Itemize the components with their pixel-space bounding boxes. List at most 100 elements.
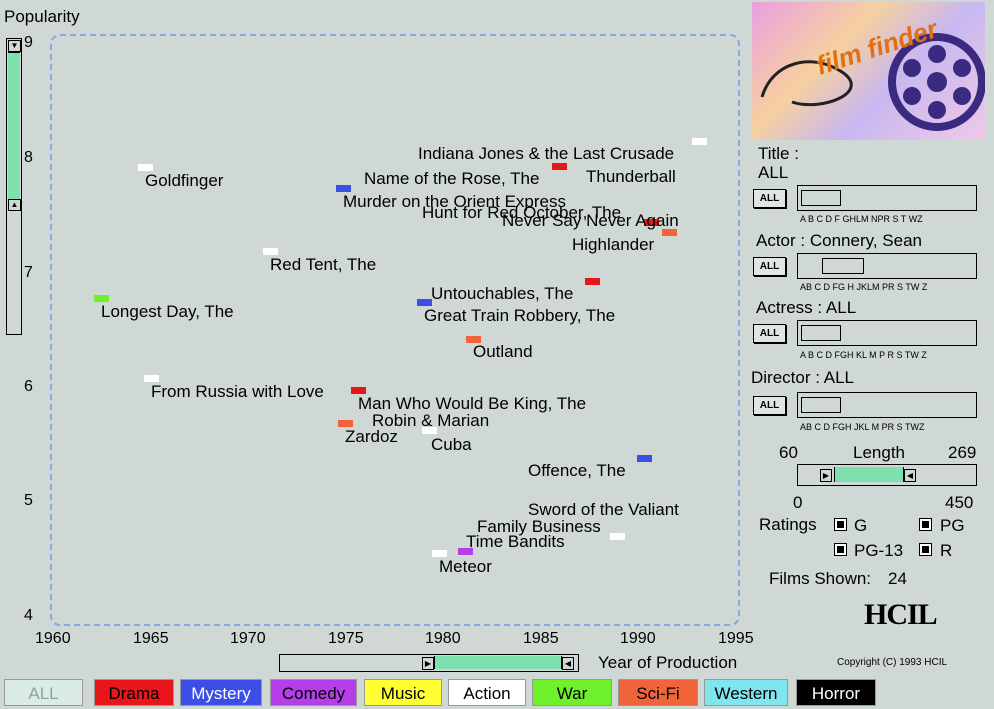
title-alpha-slider[interactable] (797, 185, 977, 211)
film-label[interactable]: Goldfinger (145, 171, 223, 191)
rating-pg13-label: PG-13 (854, 541, 904, 560)
film-label[interactable]: Indiana Jones & the Last Crusade (418, 144, 674, 164)
x-tick-label: 1985 (523, 630, 559, 647)
director-slider-thumb[interactable] (801, 397, 841, 413)
actress-filter-label: Actress : ALL (756, 298, 857, 317)
actor-filter-label: Actor : Connery, Sean (756, 231, 922, 250)
film-label[interactable]: Highlander (572, 235, 654, 255)
film-marker[interactable] (138, 164, 153, 171)
title-all-button[interactable]: ALL (753, 189, 786, 208)
actor-alpha-slider[interactable] (797, 253, 977, 279)
film-label[interactable]: Zardoz (345, 427, 398, 447)
film-marker[interactable] (336, 185, 351, 192)
film-label[interactable]: Cuba (431, 435, 472, 455)
actress-letter-index: A B C D FGH KL M P R S TW Z (800, 350, 927, 360)
rating-pg-label: PG (940, 516, 965, 535)
director-filter-label: Director : ALL (751, 368, 854, 387)
length-slider-left-thumb-icon[interactable]: ▶ (820, 469, 832, 482)
year-range-slider[interactable]: ▶ ◀ (279, 654, 579, 672)
x-tick-label: 1995 (718, 630, 754, 647)
film-label[interactable]: Outland (473, 342, 533, 362)
film-label[interactable]: Name of the Rose, The (364, 169, 539, 189)
film-marker[interactable] (610, 533, 625, 540)
rating-pg13-checkbox[interactable] (834, 543, 847, 556)
film-marker[interactable] (263, 248, 278, 255)
film-label[interactable]: Offence, The (528, 461, 626, 481)
popularity-slider[interactable]: ▼ ▲ (6, 38, 22, 335)
film-label[interactable]: Great Train Robbery, The (424, 306, 615, 326)
actress-alpha-slider[interactable] (797, 320, 977, 346)
year-slider-left-thumb-icon[interactable]: ▶ (422, 657, 434, 670)
y-tick-label: 9 (24, 34, 33, 51)
year-slider-right-thumb-icon[interactable]: ◀ (562, 657, 574, 670)
length-scale-max: 450 (945, 493, 974, 512)
hcil-logo: HCIL (864, 598, 938, 631)
actress-slider-thumb[interactable] (801, 325, 841, 341)
genre-western-button[interactable]: Western (704, 679, 788, 706)
length-range-slider[interactable]: ▶ ◀ (797, 464, 977, 486)
length-label: Length (853, 443, 905, 462)
film-marker[interactable] (94, 295, 109, 302)
film-label[interactable]: From Russia with Love (151, 382, 324, 402)
genre-music-button[interactable]: Music (364, 679, 442, 706)
y-tick-label: 7 (24, 264, 33, 281)
film-marker[interactable] (338, 420, 353, 427)
genre-war-button[interactable]: War (532, 679, 612, 706)
rating-g-label: G (854, 516, 868, 535)
film-reel-icon (760, 33, 985, 131)
genre-horror-button[interactable]: Horror (796, 679, 876, 706)
length-max-value: 269 (948, 443, 977, 462)
title-filter-value: ALL (758, 163, 789, 182)
x-tick-label: 1975 (328, 630, 364, 647)
genre-action-button[interactable]: Action (448, 679, 526, 706)
film-label[interactable]: Thunderball (586, 167, 676, 187)
film-label[interactable]: Red Tent, The (270, 255, 376, 275)
genre-comedy-button[interactable]: Comedy (270, 679, 357, 706)
x-tick-label: 1970 (230, 630, 266, 647)
genre-all-button[interactable]: ALL (4, 679, 83, 706)
actor-slider-thumb[interactable] (822, 258, 864, 274)
film-marker[interactable] (552, 163, 567, 170)
director-alpha-slider[interactable] (797, 392, 977, 418)
length-slider-fill[interactable] (834, 467, 904, 482)
director-all-button[interactable]: ALL (753, 396, 786, 415)
film-label[interactable]: Meteor (439, 557, 492, 577)
film-label[interactable]: Time Bandits (466, 532, 565, 552)
title-filter-label: Title : (758, 144, 799, 163)
film-label[interactable]: Untouchables, The (431, 284, 573, 304)
x-axis-title: Year of Production (598, 653, 738, 672)
rating-g-checkbox[interactable] (834, 518, 847, 531)
year-slider-fill[interactable] (434, 656, 562, 669)
film-label[interactable]: Never Say Never Again (502, 211, 679, 231)
film-marker[interactable] (692, 138, 707, 145)
popularity-slider-up-arrow[interactable]: ▲ (8, 199, 21, 211)
filmfinder-logo: film finder (752, 2, 985, 140)
rating-pg-checkbox[interactable] (919, 518, 932, 531)
films-shown-label: Films Shown: (769, 569, 872, 588)
films-shown-count: 24 (888, 569, 907, 588)
scatter-plot-area[interactable] (50, 34, 740, 626)
title-slider-thumb[interactable] (801, 190, 841, 206)
film-marker[interactable] (637, 455, 652, 462)
length-scale-min: 0 (793, 493, 803, 512)
y-tick-label: 5 (24, 492, 33, 509)
film-marker[interactable] (585, 278, 600, 285)
copyright-text: Copyright (C) 1993 HCIL (837, 657, 948, 668)
actor-letter-index: AB C D FG H JKLM PR S TW Z (800, 282, 928, 292)
film-marker[interactable] (417, 299, 432, 306)
actress-all-button[interactable]: ALL (753, 324, 786, 343)
y-tick-label: 8 (24, 149, 33, 166)
rating-r-checkbox[interactable] (919, 543, 932, 556)
film-marker[interactable] (432, 550, 447, 557)
actor-all-button[interactable]: ALL (753, 257, 786, 276)
genre-mystery-button[interactable]: Mystery (180, 679, 262, 706)
film-marker[interactable] (144, 375, 159, 382)
popularity-slider-down-arrow[interactable]: ▼ (8, 40, 21, 52)
genre-scifi-button[interactable]: Sci-Fi (618, 679, 698, 706)
film-label[interactable]: Longest Day, The (101, 302, 234, 322)
popularity-slider-fill[interactable] (8, 52, 20, 201)
genre-drama-button[interactable]: Drama (94, 679, 174, 706)
length-slider-right-thumb-icon[interactable]: ◀ (904, 469, 916, 482)
director-letter-index: AB C D FGH JKL M PR S TWZ (800, 422, 925, 432)
film-marker[interactable] (351, 387, 366, 394)
